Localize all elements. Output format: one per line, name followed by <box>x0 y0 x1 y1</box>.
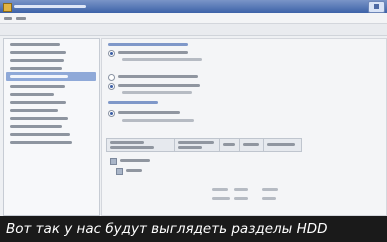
application-window <box>0 0 387 216</box>
section-header <box>108 43 188 46</box>
caption-text: Вот так у нас будут выглядеть разделы HD… <box>6 221 328 237</box>
column-header <box>178 141 214 144</box>
column-separator[interactable] <box>174 139 175 151</box>
sidebar-item-selected-label <box>10 75 68 78</box>
sidebar-item[interactable] <box>10 93 54 96</box>
radio-selected-icon[interactable] <box>108 83 115 90</box>
title-bar <box>0 0 387 13</box>
sidebar-item[interactable] <box>10 67 62 70</box>
caption-bar: Вот так у нас будут выглядеть разделы HD… <box>0 216 387 242</box>
column-header <box>110 141 144 144</box>
tree-node-label <box>126 169 142 172</box>
tree-node-icon[interactable] <box>110 158 117 165</box>
table-cell <box>234 188 248 191</box>
menu-bar <box>0 13 387 24</box>
option-label <box>118 111 180 114</box>
radio-selected-icon[interactable] <box>108 110 115 117</box>
table-cell <box>212 197 230 200</box>
option-sublabel <box>122 91 192 94</box>
tree-node-label <box>120 159 150 162</box>
sidebar-item[interactable] <box>10 51 66 54</box>
sidebar <box>3 38 100 216</box>
option-sublabel <box>122 58 202 61</box>
app-icon <box>3 3 12 12</box>
menu-item-file[interactable] <box>4 17 12 20</box>
table-cell <box>262 188 278 191</box>
option-sublabel <box>122 119 194 122</box>
column-header <box>243 143 259 146</box>
sidebar-item[interactable] <box>10 133 70 136</box>
option-label <box>118 51 188 54</box>
tree-node-icon[interactable] <box>116 168 123 175</box>
column-separator[interactable] <box>219 139 220 151</box>
menu-item-help[interactable] <box>16 17 26 20</box>
sidebar-item[interactable] <box>10 141 72 144</box>
sidebar-item[interactable] <box>10 125 62 128</box>
option-label <box>118 75 198 78</box>
table-cell <box>234 197 248 200</box>
table-cell <box>262 197 276 200</box>
column-header <box>110 146 154 149</box>
sidebar-item[interactable] <box>10 101 66 104</box>
main-panel <box>101 38 387 216</box>
sidebar-item[interactable] <box>10 117 68 120</box>
sidebar-item[interactable] <box>10 85 65 88</box>
sidebar-item[interactable] <box>10 109 58 112</box>
table-header <box>106 138 302 152</box>
section-header <box>108 101 158 104</box>
toolbar <box>0 24 387 36</box>
window-title-blurred <box>14 5 86 8</box>
column-header <box>178 146 202 149</box>
column-header <box>267 143 295 146</box>
option-label <box>118 84 200 87</box>
radio-selected-icon[interactable] <box>108 50 115 57</box>
column-separator[interactable] <box>263 139 264 151</box>
column-header <box>223 143 235 146</box>
sidebar-item[interactable] <box>10 59 64 62</box>
radio-unselected-icon[interactable] <box>108 74 115 81</box>
column-separator[interactable] <box>239 139 240 151</box>
sidebar-item[interactable] <box>10 43 60 46</box>
table-cell <box>212 188 228 191</box>
close-icon[interactable] <box>368 1 385 13</box>
